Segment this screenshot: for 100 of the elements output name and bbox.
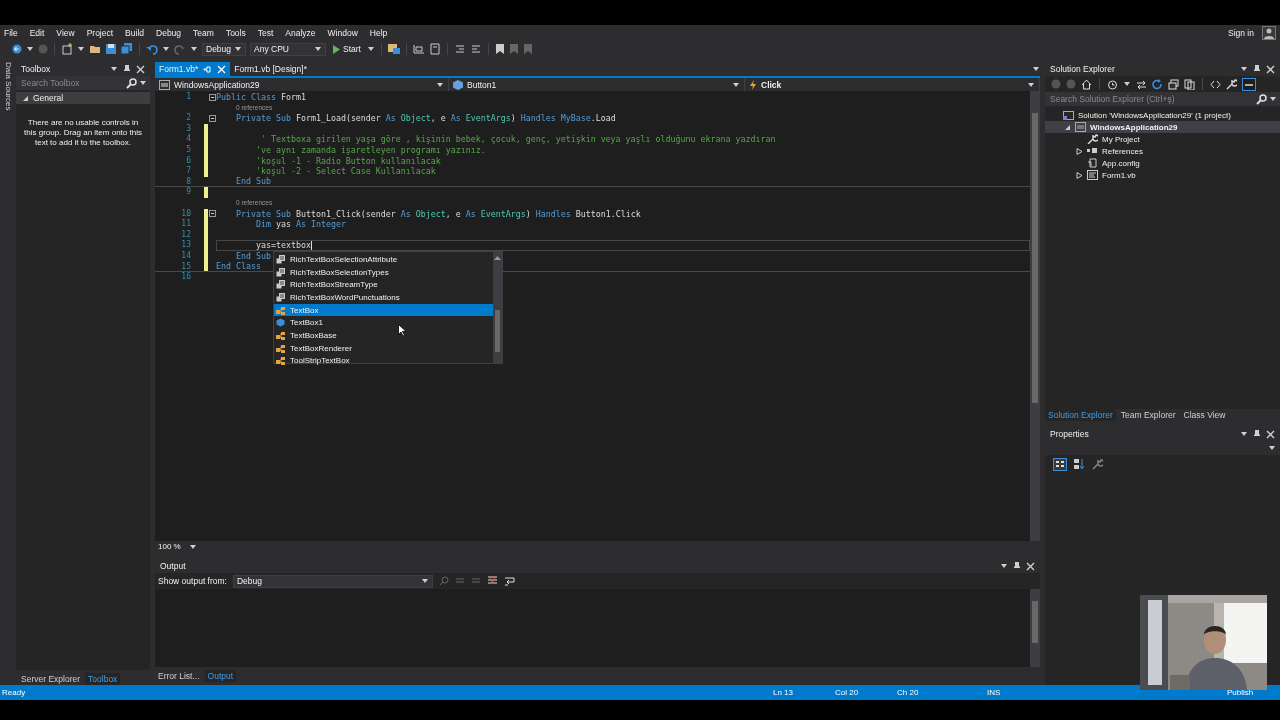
dropdown-icon[interactable] [1032, 65, 1040, 73]
collapse-icon[interactable] [208, 210, 216, 218]
completion-item[interactable]: RichTextBoxSelectionAttribute [274, 253, 493, 266]
caret-icon[interactable] [26, 45, 34, 53]
tree-item[interactable]: Solution 'WindowsApplication29' (1 project) [1045, 109, 1280, 121]
menu-item[interactable]: Project [82, 27, 120, 38]
search-field[interactable]: Search Toolbox [16, 76, 150, 90]
caret-icon[interactable] [190, 45, 198, 53]
panel-tab[interactable]: Team Explorer [1117, 409, 1179, 421]
outdent-icon[interactable] [469, 43, 482, 55]
menu-item[interactable]: Help [365, 27, 394, 38]
menu-item[interactable]: Build [121, 27, 150, 38]
close-icon[interactable] [1266, 429, 1275, 439]
panel-tab[interactable]: Solution Explorer [1045, 409, 1116, 421]
menu-item[interactable]: Tools [221, 27, 252, 38]
completion-item[interactable]: ToolStripTextBox [274, 354, 493, 368]
tree-item[interactable]: App.config [1045, 157, 1280, 169]
caret-icon[interactable] [162, 45, 170, 53]
menu-item[interactable]: View [52, 27, 81, 38]
expanded-triangle-icon[interactable] [1063, 123, 1071, 131]
folder-icon[interactable] [89, 43, 101, 55]
platform-dropdown[interactable]: Any CPU [250, 42, 326, 56]
panel-tab[interactable]: Toolbox [85, 673, 121, 685]
search-field[interactable]: Search Solution Explorer (Ctrl+ş) [1045, 92, 1280, 106]
collapse-icon[interactable] [208, 93, 216, 101]
undo-icon[interactable] [146, 43, 158, 55]
scroll-up-icon[interactable] [494, 255, 501, 260]
menu-item[interactable]: Analyze [281, 27, 322, 38]
find-icon[interactable] [439, 576, 449, 586]
word-wrap-icon[interactable] [504, 576, 515, 586]
scrollbar-thumb[interactable] [1032, 113, 1038, 403]
sort-alphabetical-icon[interactable] [1073, 458, 1086, 470]
panel-tab[interactable]: Class View [1180, 409, 1229, 421]
collapse-all-icon[interactable] [1168, 78, 1179, 90]
scrollbar-thumb[interactable] [1032, 601, 1038, 643]
refresh-icon[interactable] [1152, 78, 1163, 90]
collapsed-triangle-icon[interactable] [1075, 147, 1083, 155]
menu-item[interactable]: Edit [25, 27, 51, 38]
panel-tab[interactable]: Error List... [155, 670, 203, 682]
preview-toggle-icon[interactable] [1242, 77, 1256, 91]
tree-item[interactable]: References [1045, 145, 1280, 157]
document-tab[interactable]: Form1.vb* [155, 62, 231, 76]
completion-item[interactable]: RichTextBoxSelectionTypes [274, 265, 493, 279]
bookmark-icon[interactable] [494, 43, 505, 55]
menu-item[interactable]: Window [323, 27, 364, 38]
back-arrow-icon[interactable] [12, 44, 22, 54]
caret-icon[interactable] [366, 45, 375, 53]
cursor-column: Col 20 [835, 688, 897, 697]
tree-item[interactable]: Form1.vb [1045, 169, 1280, 181]
dropdown-icon[interactable] [1000, 562, 1008, 570]
code-line: 'koşul -2 - Select Case Kullanılacak [254, 166, 436, 177]
scrollbar-thumb[interactable] [495, 310, 500, 352]
copy-icon[interactable] [1184, 78, 1195, 90]
tree-item[interactable]: My Project [1045, 133, 1280, 145]
tree-item[interactable]: WindowsApplication29 [1045, 121, 1280, 133]
configuration-dropdown[interactable]: Debug [202, 42, 246, 56]
completion-item[interactable]: RichTextBoxWordPunctuations [274, 291, 493, 304]
completion-item[interactable]: TextBoxRenderer [274, 341, 493, 355]
publish-button[interactable]: Publish [1227, 688, 1280, 697]
sync-arrows-icon[interactable] [1136, 78, 1147, 90]
collapse-icon[interactable] [208, 115, 216, 122]
categorized-icon[interactable] [1053, 457, 1067, 471]
caret-icon[interactable] [1123, 80, 1131, 88]
indent-icon[interactable] [453, 43, 466, 55]
browser-icon[interactable] [387, 43, 400, 55]
panel-tab[interactable]: Server Explorer [18, 673, 84, 685]
form-file-icon [1087, 170, 1098, 180]
redo-icon[interactable] [174, 43, 186, 55]
code-icon[interactable] [1210, 78, 1221, 90]
history-icon[interactable] [1107, 78, 1118, 90]
sign-in-link[interactable]: Sign in [1228, 27, 1254, 38]
document-tab[interactable]: Form1.vb [Design]* [230, 62, 311, 76]
completion-item[interactable]: TextBox [274, 303, 493, 317]
account-icon[interactable] [1262, 25, 1276, 40]
completion-item[interactable]: TextBoxBase [274, 329, 493, 342]
new-project-icon[interactable] [61, 43, 73, 55]
menu-item[interactable]: Debug [152, 27, 188, 38]
home-icon[interactable] [1081, 78, 1092, 90]
save-icon[interactable] [105, 43, 117, 55]
menu-item[interactable]: Test [253, 27, 280, 38]
collapsed-triangle-icon[interactable] [1075, 171, 1083, 179]
zoom-dropdown[interactable]: 100 % [155, 541, 200, 552]
group-header[interactable]: General [16, 92, 150, 104]
menu-item[interactable]: File [0, 27, 24, 38]
start-button[interactable]: Start [330, 42, 363, 56]
save-all-icon[interactable] [121, 43, 133, 55]
dropdown-icon[interactable] [1240, 65, 1248, 73]
dropdown-icon[interactable] [110, 65, 118, 73]
caret-icon[interactable] [77, 45, 85, 53]
menu-item[interactable]: Team [189, 27, 220, 38]
side-tab[interactable]: Data Sources [3, 62, 13, 111]
output-source-dropdown[interactable]: Debug [233, 574, 433, 588]
dropdown-icon[interactable] [1240, 430, 1248, 438]
completion-item[interactable]: TextBox1 [274, 316, 493, 330]
close-icon[interactable] [1266, 64, 1275, 74]
completion-item[interactable]: RichTextBoxStreamType [274, 278, 493, 292]
close-icon[interactable] [1026, 561, 1035, 571]
close-icon[interactable] [136, 64, 145, 74]
panel-tab[interactable]: Output [204, 670, 237, 682]
clear-all-icon[interactable] [487, 576, 498, 586]
